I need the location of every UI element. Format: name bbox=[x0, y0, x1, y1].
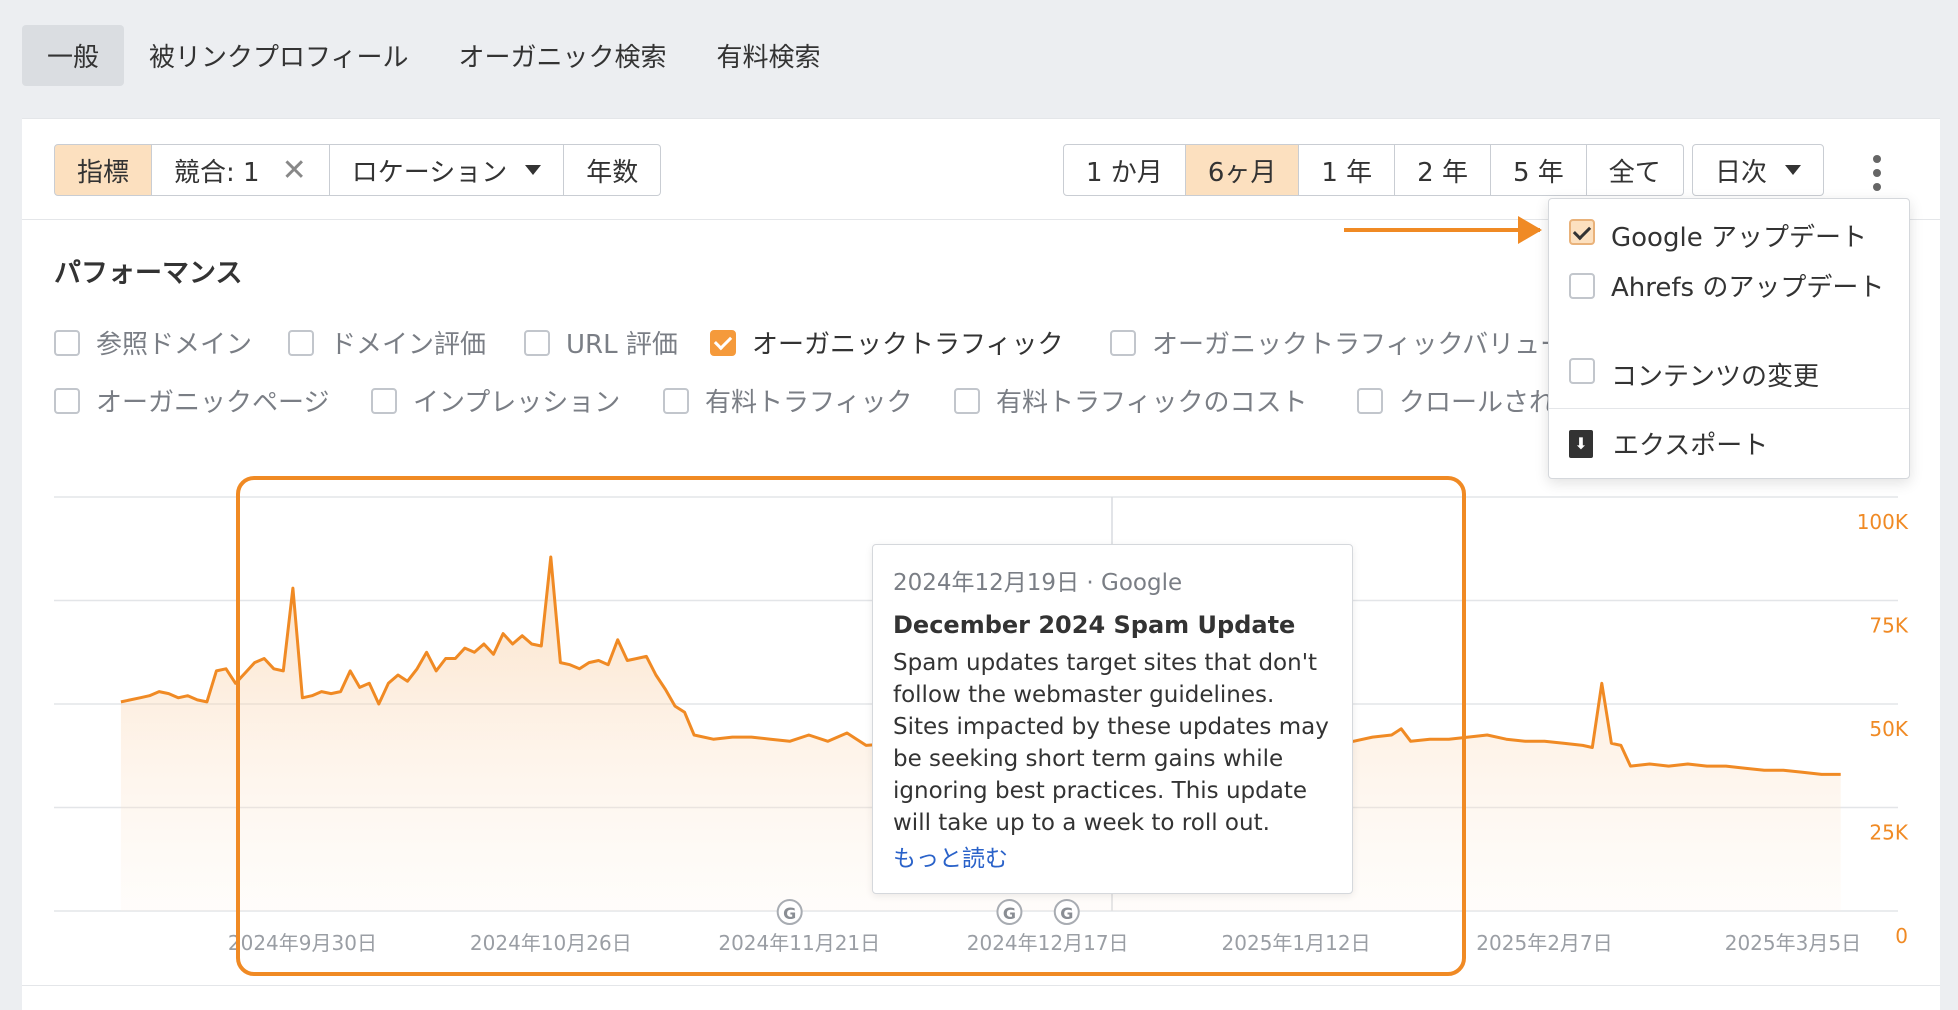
y-tick-label: 100K bbox=[1857, 510, 1909, 534]
checkbox[interactable] bbox=[1569, 273, 1595, 299]
tooltip-title: December 2024 Spam Update bbox=[893, 611, 1296, 639]
y-tick-label: 25K bbox=[1869, 821, 1908, 845]
update-tooltip: 2024年12月19日 · Google December 2024 Spam … bbox=[872, 544, 1353, 894]
tooltip-body: Spam updates target sites that don't fol… bbox=[893, 650, 1329, 836]
menu-google-updates[interactable]: Google アップデート bbox=[1569, 217, 1867, 254]
x-tick-label: 2025年3月5日 bbox=[1725, 931, 1861, 955]
x-tick-label: 2024年11月21日 bbox=[718, 931, 880, 955]
google-update-marker: G bbox=[1053, 899, 1080, 925]
x-tick-label: 2024年12月17日 bbox=[967, 931, 1129, 955]
menu-label: エクスポート bbox=[1613, 431, 1769, 461]
chart-options-menu: Google アップデート Ahrefs のアップデート コンテンツの変更 エク… bbox=[1548, 198, 1910, 479]
read-more-link[interactable]: もっと読む bbox=[893, 839, 1332, 873]
google-update-marker: G bbox=[996, 899, 1023, 925]
checkbox[interactable] bbox=[1569, 358, 1595, 384]
marker-label: G bbox=[783, 904, 796, 923]
annotation-arrow bbox=[1344, 216, 1542, 244]
x-tick-label: 2025年1月12日 bbox=[1222, 931, 1371, 955]
download-icon bbox=[1569, 429, 1593, 458]
marker-label: G bbox=[1003, 904, 1016, 923]
x-tick-label: 2025年2月7日 bbox=[1476, 931, 1612, 955]
y-tick-label: 75K bbox=[1869, 614, 1908, 638]
menu-divider bbox=[1549, 408, 1909, 409]
menu-content-changes[interactable]: コンテンツの変更 bbox=[1569, 356, 1819, 393]
x-tick-label: 2024年10月26日 bbox=[470, 931, 632, 955]
x-tick-label: 2024年9月30日 bbox=[228, 931, 377, 955]
menu-export[interactable]: エクスポート bbox=[1569, 425, 1768, 462]
checkbox-checked[interactable] bbox=[1569, 219, 1595, 245]
y-tick-label: 50K bbox=[1869, 717, 1908, 741]
marker-label: G bbox=[1060, 904, 1073, 923]
menu-label: コンテンツの変更 bbox=[1611, 362, 1820, 392]
y-tick-label: 0 bbox=[1895, 924, 1908, 948]
tooltip-date: 2024年12月19日 · Google bbox=[893, 570, 1183, 596]
menu-label: Ahrefs のアップデート bbox=[1611, 273, 1885, 303]
menu-label: Google アップデート bbox=[1611, 223, 1867, 253]
menu-ahrefs-updates[interactable]: Ahrefs のアップデート bbox=[1569, 271, 1899, 305]
google-update-marker: G bbox=[776, 899, 803, 925]
